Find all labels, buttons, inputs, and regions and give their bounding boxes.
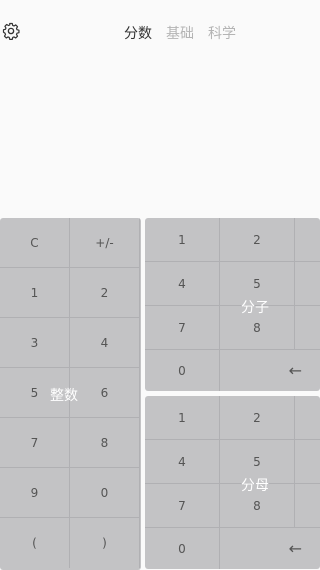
key-6[interactable]: 6 (70, 368, 140, 418)
keypad: C +/- 1 2 3 4 5 6 7 8 9 0 ( ) 整数 1 2 4 5… (0, 217, 320, 570)
gear-icon[interactable] (2, 22, 20, 40)
numerator-key-4[interactable]: 4 (145, 262, 220, 306)
denominator-key-0[interactable]: 0 (145, 528, 220, 569)
tab-fraction[interactable]: 分数 (124, 23, 152, 43)
numerator-key-2[interactable]: 2 (220, 218, 295, 262)
key-2[interactable]: 2 (70, 268, 140, 318)
key-4[interactable]: 4 (70, 318, 140, 368)
denominator-key-extra[interactable] (295, 440, 320, 484)
key-7[interactable]: 7 (0, 418, 70, 468)
denominator-key-7[interactable]: 7 (145, 484, 220, 528)
tab-scientific[interactable]: 科学 (208, 23, 236, 43)
numerator-key-0[interactable]: 0 (145, 350, 220, 391)
denominator-key-5[interactable]: 5 (220, 440, 295, 484)
denominator-key-extra[interactable] (295, 484, 320, 528)
sign-toggle-key[interactable]: +/- (70, 218, 140, 268)
numerator-key-7[interactable]: 7 (145, 306, 220, 350)
numerator-key-extra[interactable] (295, 218, 320, 262)
top-bar: 分数 基础 科学 (0, 0, 320, 64)
numerator-key-extra[interactable] (295, 262, 320, 306)
close-paren-key[interactable]: ) (70, 518, 140, 568)
denominator-backspace-key[interactable]: ← (220, 528, 320, 569)
numerator-key-8[interactable]: 8 (220, 306, 295, 350)
numerator-key-1[interactable]: 1 (145, 218, 220, 262)
key-3[interactable]: 3 (0, 318, 70, 368)
key-1[interactable]: 1 (0, 268, 70, 318)
clear-key[interactable]: C (0, 218, 70, 268)
denominator-key-1[interactable]: 1 (145, 396, 220, 440)
open-paren-key[interactable]: ( (0, 518, 70, 568)
denominator-pad: 1 2 4 5 7 8 0 ← 分母 (145, 396, 320, 569)
mode-tabs: 分数 基础 科学 (124, 23, 236, 43)
integer-pad: C +/- 1 2 3 4 5 6 7 8 9 0 ( ) 整数 (0, 218, 141, 570)
key-8[interactable]: 8 (70, 418, 140, 468)
key-0[interactable]: 0 (70, 468, 140, 518)
numerator-key-5[interactable]: 5 (220, 262, 295, 306)
numerator-pad: 1 2 4 5 7 8 0 ← 分子 (145, 218, 320, 391)
denominator-key-8[interactable]: 8 (220, 484, 295, 528)
denominator-key-2[interactable]: 2 (220, 396, 295, 440)
denominator-key-4[interactable]: 4 (145, 440, 220, 484)
numerator-key-extra[interactable] (295, 306, 320, 350)
key-5[interactable]: 5 (0, 368, 70, 418)
key-9[interactable]: 9 (0, 468, 70, 518)
denominator-key-extra[interactable] (295, 396, 320, 440)
numerator-backspace-key[interactable]: ← (220, 350, 320, 391)
tab-basic[interactable]: 基础 (166, 23, 194, 43)
